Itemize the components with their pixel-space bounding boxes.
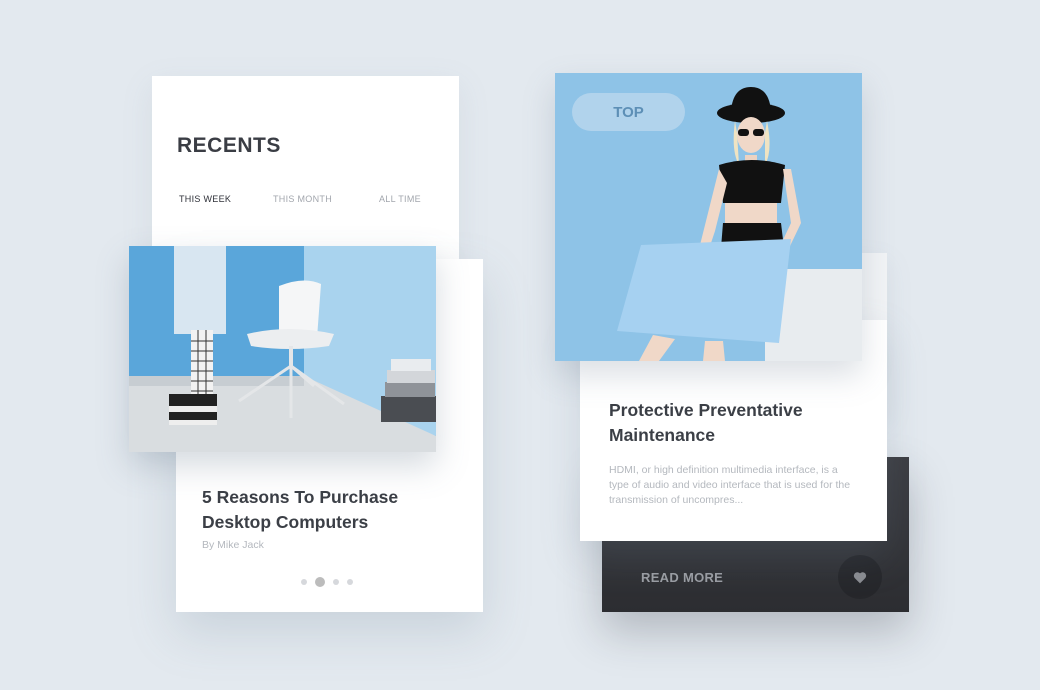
top-badge[interactable]: TOP — [572, 93, 685, 131]
article-title[interactable]: 5 Reasons To Purchase Desktop Computers — [202, 485, 472, 535]
pagination-dot-active[interactable] — [315, 577, 325, 587]
pagination-dot[interactable] — [333, 579, 339, 585]
favorite-button[interactable] — [838, 555, 882, 599]
read-more-link[interactable]: READ MORE — [641, 570, 723, 585]
chair-scene-illustration — [129, 246, 436, 452]
article-title[interactable]: Protective Preventative Maintenance — [609, 398, 849, 448]
tab-this-month[interactable]: THIS MONTH — [273, 194, 332, 204]
pagination-dot[interactable] — [347, 579, 353, 585]
tab-this-week[interactable]: THIS WEEK — [179, 194, 231, 204]
article-description: HDMI, or high definition multimedia inte… — [609, 464, 851, 506]
pagination-dot[interactable] — [301, 579, 307, 585]
recents-title: RECENTS — [177, 134, 281, 157]
tab-all-time[interactable]: ALL TIME — [379, 194, 421, 204]
article-photo-chair[interactable] — [129, 246, 436, 452]
pagination-dots — [301, 577, 353, 587]
heart-icon — [853, 571, 867, 583]
article-photo-fashion[interactable]: TOP — [555, 73, 862, 361]
article-author: By Mike Jack — [202, 539, 264, 551]
